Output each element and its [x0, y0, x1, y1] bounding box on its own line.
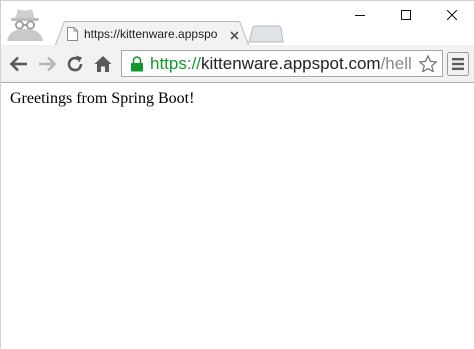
tab-active[interactable]: https://kittenware.appspo	[55, 21, 249, 46]
home-icon[interactable]	[93, 54, 113, 74]
reload-icon[interactable]	[65, 54, 85, 74]
menu-icon[interactable]	[447, 52, 469, 76]
close-window-icon[interactable]	[429, 1, 474, 29]
document-icon	[67, 27, 78, 41]
forward-arrow-icon[interactable]	[37, 54, 57, 74]
url-scheme: https://	[150, 54, 202, 73]
page-text: Greetings from Spring Boot!	[10, 90, 195, 107]
page-content: Greetings from Spring Boot!	[1, 83, 474, 349]
tab-title: https://kittenware.appspo	[84, 27, 218, 41]
url-path: /hello	[380, 54, 412, 73]
title-bar: https://kittenware.appspo	[1, 1, 474, 46]
star-icon[interactable]	[418, 54, 438, 74]
minimize-icon[interactable]	[337, 1, 383, 29]
incognito-icon	[5, 5, 45, 43]
maximize-icon[interactable]	[383, 1, 429, 29]
lock-icon[interactable]	[130, 56, 144, 72]
back-arrow-icon[interactable]	[9, 54, 29, 74]
browser-window: https://kittenware.appspo https://kitten…	[0, 0, 474, 349]
url-text[interactable]: https://kittenware.appspot.com/hello	[150, 54, 412, 74]
address-bar[interactable]: https://kittenware.appspot.com/hello	[121, 50, 443, 77]
close-icon[interactable]	[229, 28, 240, 40]
new-tab-button[interactable]	[248, 25, 284, 43]
url-host: kittenware.appspot.com	[201, 54, 381, 73]
toolbar: https://kittenware.appspot.com/hello	[1, 45, 474, 83]
